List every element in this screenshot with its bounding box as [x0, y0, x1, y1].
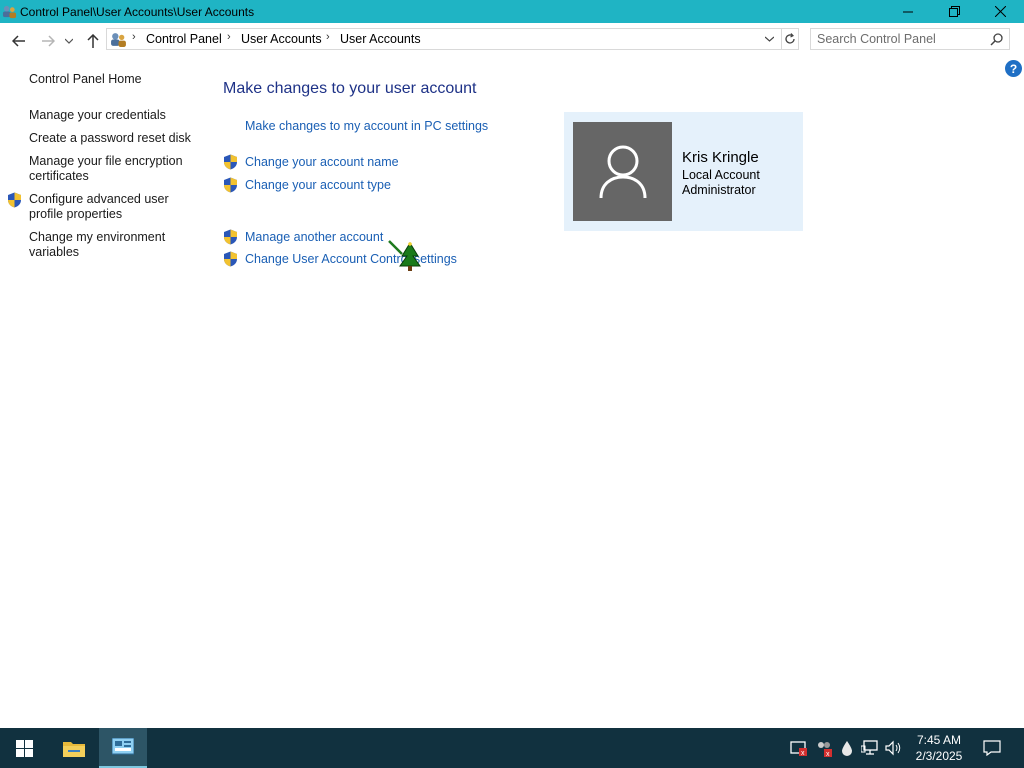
notification-icon — [983, 740, 1001, 756]
back-button[interactable] — [9, 31, 29, 51]
breadcrumb-separator: › — [132, 31, 136, 43]
refresh-button[interactable] — [781, 28, 799, 50]
windows-start-icon — [15, 739, 33, 757]
breadcrumb-control-panel[interactable]: Control Panel — [146, 32, 222, 46]
minimize-icon — [903, 11, 913, 12]
droplet-icon[interactable] — [838, 739, 856, 757]
search-input[interactable] — [817, 32, 987, 46]
file-explorer-icon — [63, 742, 85, 757]
avatar — [573, 122, 672, 221]
pc-settings-link[interactable]: Make changes to my account in PC setting… — [245, 119, 488, 133]
account-type: Local Account — [682, 168, 760, 182]
control-panel-taskbar-button[interactable] — [99, 728, 147, 768]
uac-shield-icon — [224, 251, 237, 267]
user-accounts-icon — [111, 33, 126, 47]
search-icon[interactable] — [990, 32, 1004, 46]
file-encryption-link[interactable]: Manage your file encryption certificates — [29, 154, 194, 184]
title-bar: Control Panel\User Accounts\User Account… — [0, 0, 1024, 23]
forward-button[interactable] — [38, 31, 58, 51]
close-button[interactable] — [977, 0, 1023, 23]
uac-shield-icon — [224, 154, 237, 170]
svg-text:x: x — [801, 750, 805, 757]
minimize-button[interactable] — [885, 0, 931, 23]
help-button[interactable]: ? — [1005, 60, 1022, 77]
breadcrumb-separator: › — [227, 31, 231, 43]
user-icon — [599, 145, 646, 198]
window-title: Control Panel\User Accounts\User Account… — [20, 5, 255, 19]
clock-date: 2/3/2025 — [915, 749, 963, 763]
address-bar[interactable]: › Control Panel › User Accounts › User A… — [106, 28, 782, 50]
christmas-tree-cursor-icon — [388, 240, 421, 271]
password-reset-disk-link[interactable]: Create a password reset disk — [29, 131, 194, 146]
account-card: Kris Kringle Local Account Administrator — [564, 112, 803, 231]
change-account-type-link[interactable]: Change your account type — [245, 178, 391, 192]
svg-text:x: x — [826, 751, 830, 757]
uac-shield-icon — [8, 192, 21, 208]
change-account-name-link[interactable]: Change your account name — [245, 155, 399, 169]
chevron-down-icon — [65, 38, 73, 44]
uac-shield-icon — [224, 177, 237, 193]
advanced-profile-link[interactable]: Configure advanced user profile properti… — [29, 192, 194, 222]
control-panel-window: Control Panel\User Accounts\User Account… — [0, 0, 1024, 728]
user-accounts-icon — [2, 5, 17, 19]
start-button[interactable] — [0, 728, 48, 768]
manage-credentials-link[interactable]: Manage your credentials — [29, 108, 194, 123]
recent-locations-button[interactable] — [62, 31, 76, 51]
search-box[interactable] — [810, 28, 1010, 50]
manage-another-account-link[interactable]: Manage another account — [245, 230, 383, 244]
chevron-down-icon[interactable] — [765, 36, 774, 42]
uac-settings-link[interactable]: Change User Account Control settings — [245, 252, 457, 266]
network-icon[interactable] — [861, 739, 879, 757]
taskbar: x x 7:45 AM 2/3/2025 — [0, 728, 1024, 768]
refresh-icon — [784, 33, 795, 44]
environment-variables-link[interactable]: Change my environment variables — [29, 230, 194, 260]
navigation-bar: › Control Panel › User Accounts › User A… — [0, 23, 1024, 59]
close-icon — [994, 6, 1006, 17]
page-title: Make changes to your user account — [223, 80, 477, 97]
network-people-icon[interactable]: x — [815, 739, 833, 757]
security-center-icon[interactable]: x — [790, 739, 808, 757]
maximize-button[interactable] — [931, 0, 977, 23]
uac-shield-icon — [224, 229, 237, 245]
arrow-up-icon — [87, 34, 99, 48]
clock-time: 7:45 AM — [916, 733, 962, 747]
action-center-button[interactable] — [982, 739, 1002, 757]
volume-icon[interactable] — [885, 739, 903, 757]
up-button[interactable] — [83, 31, 103, 51]
breadcrumb-user-accounts[interactable]: User Accounts — [241, 32, 322, 46]
arrow-right-icon — [42, 35, 55, 47]
breadcrumb-separator: › — [326, 31, 330, 43]
system-clock[interactable]: 7:45 AM 2/3/2025 — [908, 732, 970, 764]
control-panel-icon — [112, 738, 134, 755]
account-role: Administrator — [682, 183, 756, 197]
arrow-left-icon — [12, 35, 25, 47]
control-panel-home-link[interactable]: Control Panel Home — [29, 72, 194, 87]
file-explorer-taskbar-button[interactable] — [50, 728, 98, 768]
breadcrumb-user-accounts-current[interactable]: User Accounts — [340, 32, 421, 46]
restore-icon — [948, 6, 960, 17]
account-name: Kris Kringle — [682, 149, 759, 166]
